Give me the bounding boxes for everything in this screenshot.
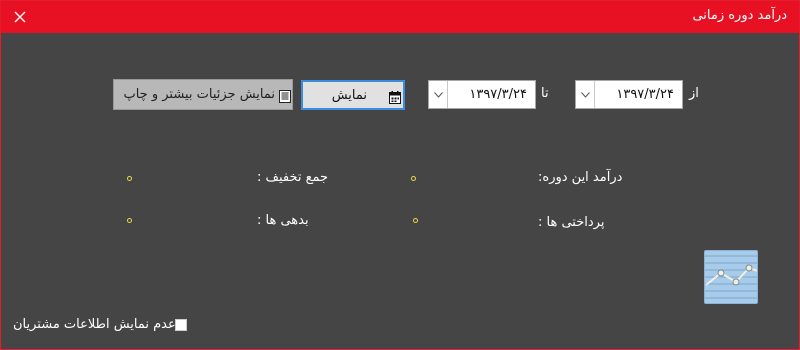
chevron-down-icon xyxy=(580,91,590,98)
print-details-button-label: نمایش جزئیات بیشتر و چاپ xyxy=(123,87,275,102)
debts-label: بدهی ها : xyxy=(257,213,309,228)
payments-value xyxy=(413,218,418,223)
print-details-button[interactable]: نمایش جزئیات بیشتر و چاپ xyxy=(113,79,293,110)
debts-value xyxy=(127,218,132,223)
chart-button[interactable] xyxy=(704,250,758,304)
list-icon xyxy=(279,88,291,107)
from-label: از xyxy=(689,86,699,101)
window-title: درآمد دوره زمانی xyxy=(692,8,787,23)
to-date-dropdown[interactable] xyxy=(429,81,448,108)
period-income-label: درآمد این دوره: xyxy=(538,170,623,185)
to-date-picker[interactable]: ۱۳۹۷/۳/۲۴ xyxy=(428,80,536,109)
dialog-window: درآمد دوره زمانی از ۱۳۹۷/۳/۲۴ تا ۱۳۹۷/۳/… xyxy=(0,0,800,350)
total-discount-value xyxy=(127,176,132,181)
to-label: تا xyxy=(541,86,549,101)
close-icon xyxy=(14,11,26,23)
title-bar: درآمد دوره زمانی xyxy=(1,1,799,33)
hide-customer-info-label: عدم نمایش اطلاعات مشتریان xyxy=(13,317,176,332)
from-date-value: ۱۳۹۷/۳/۲۴ xyxy=(616,87,674,102)
calendar-icon xyxy=(389,89,401,108)
payments-label: پرداختی ها : xyxy=(538,215,605,230)
from-date-dropdown[interactable] xyxy=(576,81,595,108)
total-discount-label: جمع تخفیف : xyxy=(257,170,329,185)
hide-customer-info-checkbox[interactable] xyxy=(175,319,187,331)
from-date-picker[interactable]: ۱۳۹۷/۳/۲۴ xyxy=(575,80,683,109)
line-chart-icon xyxy=(705,255,757,299)
close-button[interactable] xyxy=(1,1,39,33)
to-date-value: ۱۳۹۷/۳/۲۴ xyxy=(469,87,527,102)
show-button-label: نمایش xyxy=(331,88,367,103)
period-income-value xyxy=(411,176,416,181)
chevron-down-icon xyxy=(433,91,443,98)
show-button[interactable]: نمایش xyxy=(301,80,405,110)
